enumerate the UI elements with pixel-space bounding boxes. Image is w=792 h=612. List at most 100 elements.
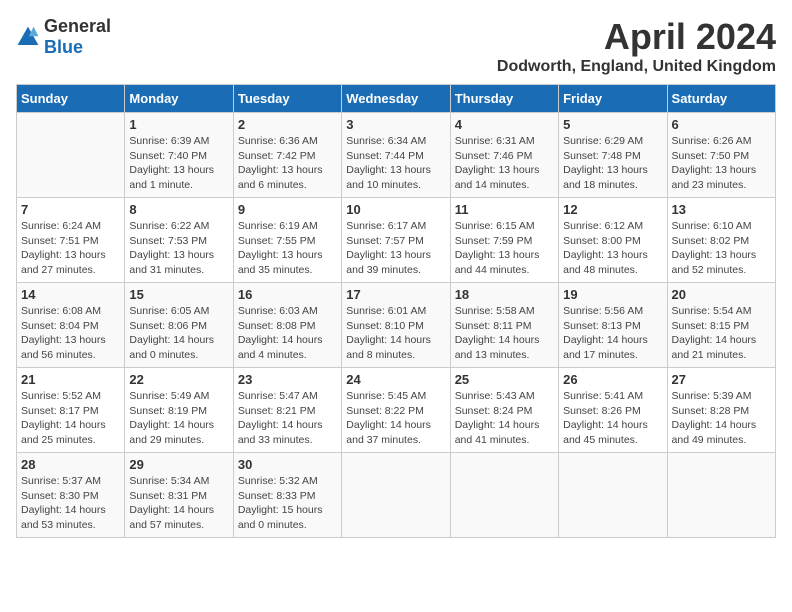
day-number: 24 [346,372,445,387]
day-info: Sunrise: 6:31 AMSunset: 7:46 PMDaylight:… [455,134,554,193]
day-info: Sunrise: 5:43 AMSunset: 8:24 PMDaylight:… [455,389,554,448]
day-number: 3 [346,117,445,132]
calendar-cell: 7 Sunrise: 6:24 AMSunset: 7:51 PMDaylight… [17,198,125,283]
calendar-cell: 2 Sunrise: 6:36 AMSunset: 7:42 PMDaylight… [233,113,341,198]
calendar-cell: 23 Sunrise: 5:47 AMSunset: 8:21 PMDayligh… [233,368,341,453]
day-header-wednesday: Wednesday [342,85,450,113]
day-header-sunday: Sunday [17,85,125,113]
calendar-cell: 15Sunrise: 6:05 AMSunset: 8:06 PMDayligh… [125,283,233,368]
calendar-cell: 29 Sunrise: 5:34 AMSunset: 8:31 PMDayligh… [125,453,233,538]
logo-text: General Blue [44,16,111,58]
logo-general: General [44,16,111,36]
week-row: 21Sunrise: 5:52 AMSunset: 8:17 PMDayligh… [17,368,776,453]
day-number: 16 [238,287,337,302]
day-number: 21 [21,372,120,387]
day-number: 17 [346,287,445,302]
calendar-cell [342,453,450,538]
day-header-saturday: Saturday [667,85,775,113]
calendar-cell: 6 Sunrise: 6:26 AMSunset: 7:50 PMDaylight… [667,113,775,198]
day-info: Sunrise: 6:22 AMSunset: 7:53 PMDaylight:… [129,219,228,278]
calendar-cell: 1 Sunrise: 6:39 AMSunset: 7:40 PMDaylight… [125,113,233,198]
day-number: 10 [346,202,445,217]
week-row: 7 Sunrise: 6:24 AMSunset: 7:51 PMDaylight… [17,198,776,283]
day-number: 9 [238,202,337,217]
calendar-cell: 13 Sunrise: 6:10 AMSunset: 8:02 PMDayligh… [667,198,775,283]
day-info: Sunrise: 6:24 AMSunset: 7:51 PMDaylight:… [21,219,120,278]
day-info: Sunrise: 6:19 AMSunset: 7:55 PMDaylight:… [238,219,337,278]
calendar-cell: 14 Sunrise: 6:08 AMSunset: 8:04 PMDayligh… [17,283,125,368]
day-number: 14 [21,287,120,302]
week-row: 14 Sunrise: 6:08 AMSunset: 8:04 PMDayligh… [17,283,776,368]
day-info: Sunrise: 6:08 AMSunset: 8:04 PMDaylight:… [21,304,120,363]
calendar-cell: 9 Sunrise: 6:19 AMSunset: 7:55 PMDaylight… [233,198,341,283]
day-info: Sunrise: 6:34 AMSunset: 7:44 PMDaylight:… [346,134,445,193]
calendar-cell: 26Sunrise: 5:41 AMSunset: 8:26 PMDayligh… [559,368,667,453]
calendar-cell: 30Sunrise: 5:32 AMSunset: 8:33 PMDayligh… [233,453,341,538]
day-number: 12 [563,202,662,217]
day-number: 22 [129,372,228,387]
day-number: 29 [129,457,228,472]
logo-icon [16,25,40,49]
day-number: 4 [455,117,554,132]
day-info: Sunrise: 6:15 AMSunset: 7:59 PMDaylight:… [455,219,554,278]
calendar-cell: 4 Sunrise: 6:31 AMSunset: 7:46 PMDaylight… [450,113,558,198]
day-number: 13 [672,202,771,217]
day-number: 27 [672,372,771,387]
calendar-cell: 17 Sunrise: 6:01 AMSunset: 8:10 PMDayligh… [342,283,450,368]
calendar-cell: 18Sunrise: 5:58 AMSunset: 8:11 PMDayligh… [450,283,558,368]
calendar-cell: 8 Sunrise: 6:22 AMSunset: 7:53 PMDaylight… [125,198,233,283]
day-info: Sunrise: 6:39 AMSunset: 7:40 PMDaylight:… [129,134,228,193]
calendar-cell: 16 Sunrise: 6:03 AMSunset: 8:08 PMDayligh… [233,283,341,368]
calendar-cell: 28Sunrise: 5:37 AMSunset: 8:30 PMDayligh… [17,453,125,538]
day-header-monday: Monday [125,85,233,113]
calendar-cell [559,453,667,538]
calendar-cell: 12 Sunrise: 6:12 AMSunset: 8:00 PMDayligh… [559,198,667,283]
day-number: 20 [672,287,771,302]
day-info: Sunrise: 5:34 AMSunset: 8:31 PMDaylight:… [129,474,228,533]
day-info: Sunrise: 5:39 AMSunset: 8:28 PMDaylight:… [672,389,771,448]
day-number: 23 [238,372,337,387]
day-number: 6 [672,117,771,132]
day-number: 11 [455,202,554,217]
day-info: Sunrise: 6:17 AMSunset: 7:57 PMDaylight:… [346,219,445,278]
calendar-cell: 3 Sunrise: 6:34 AMSunset: 7:44 PMDaylight… [342,113,450,198]
calendar-cell: 19 Sunrise: 5:56 AMSunset: 8:13 PMDayligh… [559,283,667,368]
calendar-cell: 27 Sunrise: 5:39 AMSunset: 8:28 PMDayligh… [667,368,775,453]
day-info: Sunrise: 5:32 AMSunset: 8:33 PMDaylight:… [238,474,337,533]
calendar-cell: 25 Sunrise: 5:43 AMSunset: 8:24 PMDayligh… [450,368,558,453]
week-row: 1 Sunrise: 6:39 AMSunset: 7:40 PMDaylight… [17,113,776,198]
calendar-cell: 10 Sunrise: 6:17 AMSunset: 7:57 PMDayligh… [342,198,450,283]
day-info: Sunrise: 5:41 AMSunset: 8:26 PMDaylight:… [563,389,662,448]
day-header-thursday: Thursday [450,85,558,113]
day-number: 2 [238,117,337,132]
day-info: Sunrise: 6:01 AMSunset: 8:10 PMDaylight:… [346,304,445,363]
month-title: April 2024 [497,16,776,58]
logo-blue: Blue [44,37,83,57]
day-header-tuesday: Tuesday [233,85,341,113]
day-number: 19 [563,287,662,302]
day-number: 8 [129,202,228,217]
day-info: Sunrise: 6:12 AMSunset: 8:00 PMDaylight:… [563,219,662,278]
day-info: Sunrise: 6:10 AMSunset: 8:02 PMDaylight:… [672,219,771,278]
day-number: 1 [129,117,228,132]
calendar-cell: 5Sunrise: 6:29 AMSunset: 7:48 PMDaylight… [559,113,667,198]
day-number: 18 [455,287,554,302]
calendar-cell [450,453,558,538]
day-number: 5 [563,117,662,132]
day-info: Sunrise: 6:03 AMSunset: 8:08 PMDaylight:… [238,304,337,363]
day-number: 15 [129,287,228,302]
day-number: 25 [455,372,554,387]
day-info: Sunrise: 5:56 AMSunset: 8:13 PMDaylight:… [563,304,662,363]
day-info: Sunrise: 6:36 AMSunset: 7:42 PMDaylight:… [238,134,337,193]
header: General Blue April 2024 Dodworth, Englan… [16,16,776,76]
title-area: April 2024 Dodworth, England, United Kin… [497,16,776,76]
calendar-cell: 11 Sunrise: 6:15 AMSunset: 7:59 PMDayligh… [450,198,558,283]
week-row: 28Sunrise: 5:37 AMSunset: 8:30 PMDayligh… [17,453,776,538]
day-info: Sunrise: 5:47 AMSunset: 8:21 PMDaylight:… [238,389,337,448]
calendar-cell: 21Sunrise: 5:52 AMSunset: 8:17 PMDayligh… [17,368,125,453]
day-info: Sunrise: 6:26 AMSunset: 7:50 PMDaylight:… [672,134,771,193]
day-number: 7 [21,202,120,217]
calendar-table: SundayMondayTuesdayWednesdayThursdayFrid… [16,84,776,538]
calendar-cell [667,453,775,538]
day-info: Sunrise: 5:54 AMSunset: 8:15 PMDaylight:… [672,304,771,363]
